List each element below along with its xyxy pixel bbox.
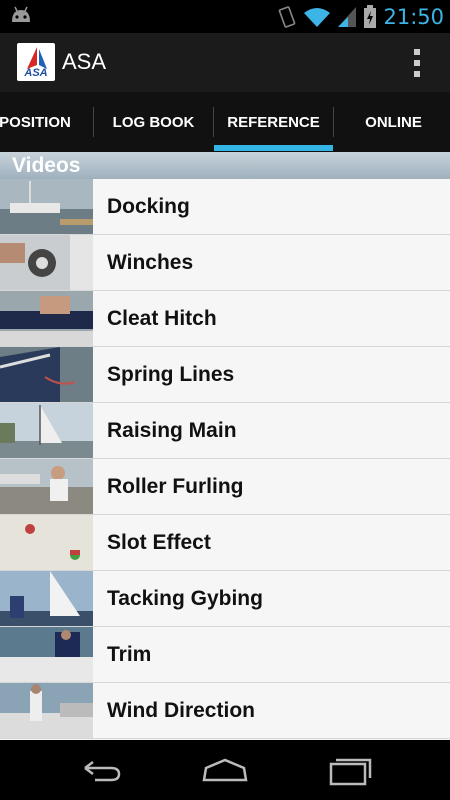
video-thumbnail-tacking-gybing	[0, 571, 93, 626]
list-item[interactable]: Cleat Hitch	[0, 291, 450, 347]
overflow-menu-button[interactable]	[414, 49, 422, 77]
list-item[interactable]: Spring Lines	[0, 347, 450, 403]
app-title: ASA	[62, 49, 107, 74]
dot-icon	[414, 60, 420, 66]
video-thumbnail-raising-main	[0, 403, 93, 458]
android-debug-icon	[12, 6, 30, 22]
dot-icon	[414, 71, 420, 77]
clock: 21:50	[383, 5, 444, 29]
video-title: Roller Furling	[107, 475, 244, 498]
video-list[interactable]: Docking Winches Cleat Hitch Spring Lines…	[0, 179, 450, 740]
list-item[interactable]: Slot Effect	[0, 515, 450, 571]
list-item[interactable]: Roller Furling	[0, 459, 450, 515]
video-thumbnail-docking	[0, 179, 93, 234]
list-item[interactable]: Winches	[0, 235, 450, 291]
dot-icon	[414, 49, 420, 55]
list-item[interactable]: Wind Direction	[0, 683, 450, 739]
video-thumbnail-trim	[0, 627, 93, 682]
app-logo[interactable]: ASA	[17, 43, 55, 81]
list-item[interactable]: Docking	[0, 179, 450, 235]
video-title: Spring Lines	[107, 363, 235, 386]
tab-bar: POSITION LOG BOOK REFERENCE ONLINE	[0, 92, 450, 152]
video-thumbnail-slot-effect	[0, 515, 93, 570]
tab-reference[interactable]: REFERENCE	[214, 92, 333, 152]
video-thumbnail-roller-furling	[0, 459, 93, 514]
video-title: Tacking Gybing	[107, 587, 263, 610]
recent-apps-icon[interactable]	[326, 752, 376, 788]
navigation-bar	[0, 740, 450, 800]
action-bar: ASA ASA	[0, 33, 450, 92]
svg-text:ASA: ASA	[23, 67, 47, 79]
video-title: Raising Main	[107, 419, 237, 442]
status-bar: 21:50	[0, 0, 450, 33]
home-icon[interactable]	[200, 752, 250, 788]
video-title: Winches	[107, 251, 194, 274]
back-icon[interactable]	[75, 752, 125, 788]
video-title: Docking	[107, 195, 190, 218]
video-title: Cleat Hitch	[107, 307, 217, 330]
video-thumbnail-winches	[0, 235, 93, 290]
video-title: Trim	[107, 643, 152, 666]
video-thumbnail-spring-lines	[0, 347, 93, 402]
section-header: Videos	[0, 152, 450, 179]
wifi-icon	[304, 8, 331, 27]
video-title: Slot Effect	[107, 531, 211, 554]
battery-icon	[364, 5, 377, 28]
video-title: Wind Direction	[107, 699, 255, 722]
list-item[interactable]: Trim	[0, 627, 450, 683]
asa-logo-icon: ASA	[23, 47, 48, 79]
signal-icon	[338, 7, 357, 27]
selected-tab-indicator	[214, 145, 333, 151]
tab-position[interactable]: POSITION	[0, 92, 92, 152]
section-title: Videos	[12, 154, 81, 177]
tab-online[interactable]: ONLINE	[334, 92, 450, 152]
rotation-icon	[279, 6, 296, 28]
video-thumbnail-cleat-hitch	[0, 291, 93, 346]
list-item[interactable]: Tacking Gybing	[0, 571, 450, 627]
tab-log-book[interactable]: LOG BOOK	[94, 92, 213, 152]
list-item[interactable]: Raising Main	[0, 403, 450, 459]
video-thumbnail-wind-direction	[0, 683, 93, 738]
